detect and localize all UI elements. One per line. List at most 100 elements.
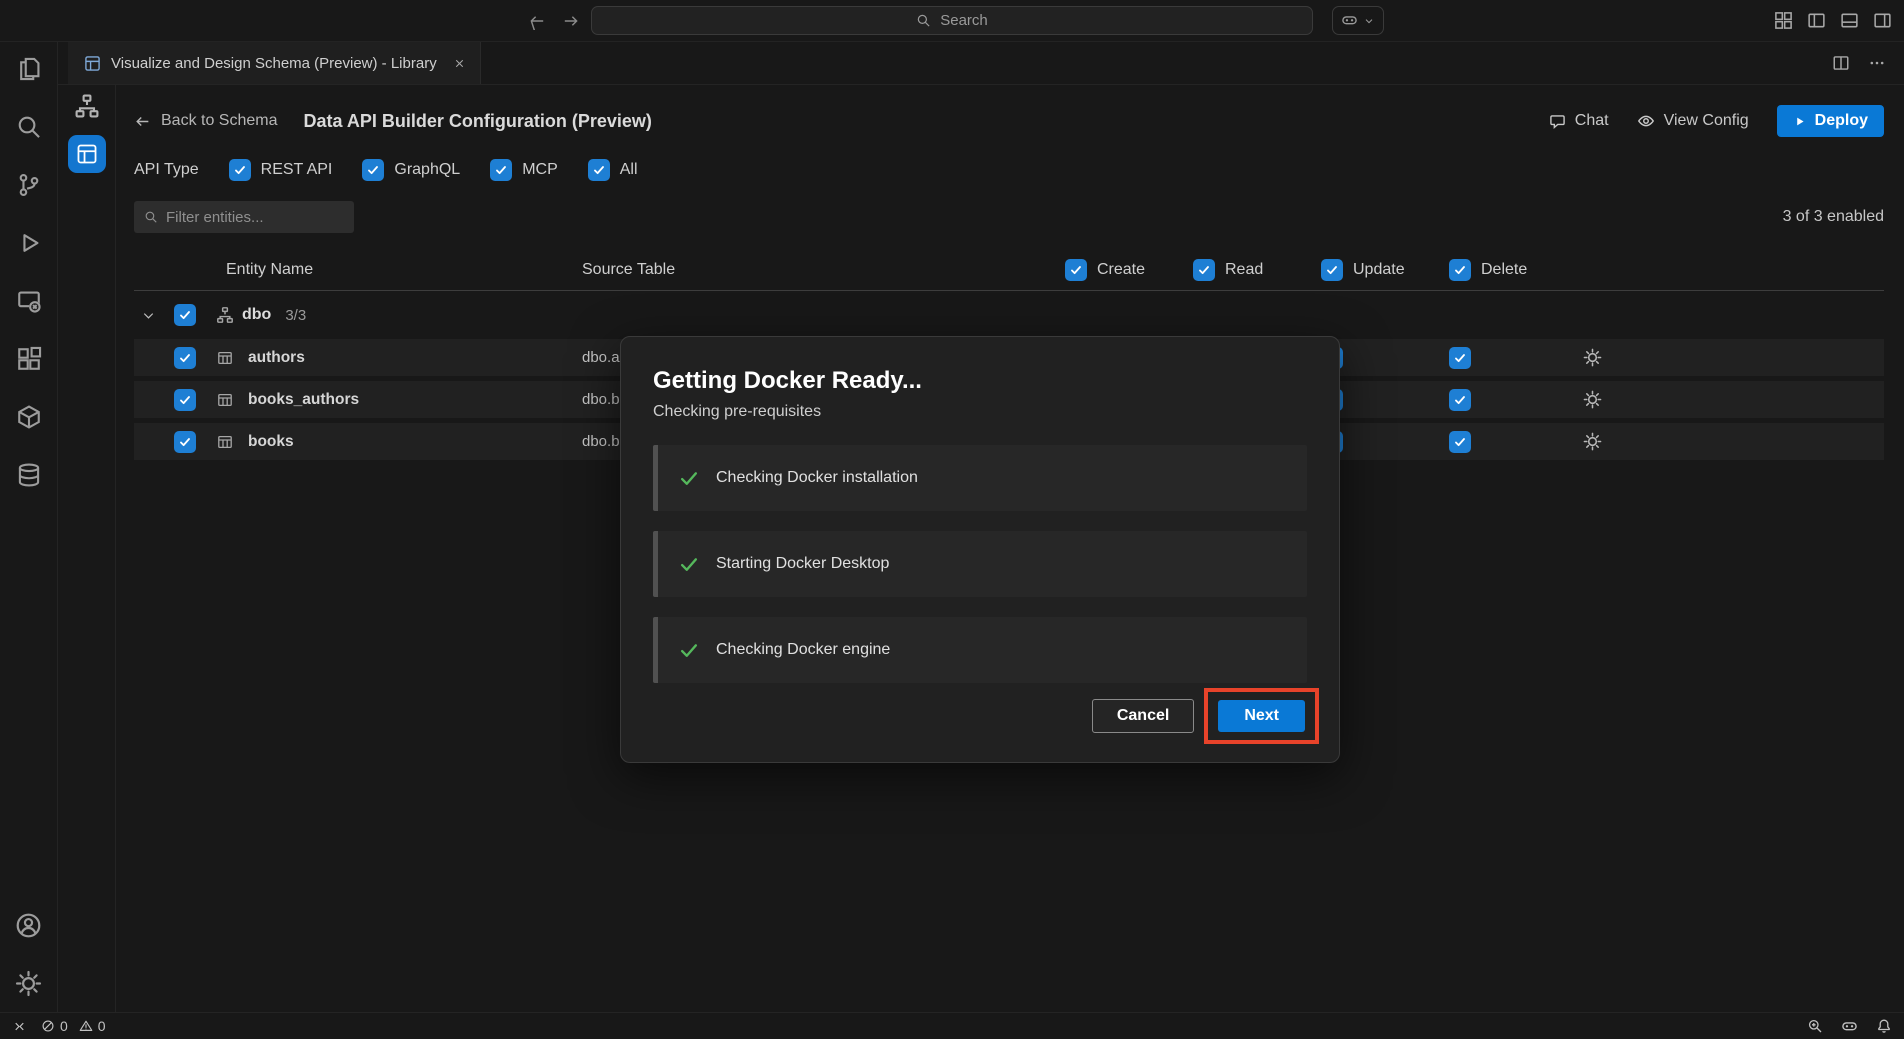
step-docker-desktop: Starting Docker Desktop bbox=[653, 531, 1307, 597]
column-delete: Delete bbox=[1449, 259, 1577, 281]
enabled-summary: 3 of 3 enabled bbox=[1783, 208, 1884, 226]
search-placeholder: Search bbox=[940, 12, 988, 29]
column-entity-name: Entity Name bbox=[208, 261, 582, 279]
source-control-icon[interactable] bbox=[14, 170, 44, 200]
warning-count: 0 bbox=[98, 1018, 106, 1034]
notifications-bell-icon[interactable] bbox=[1876, 1018, 1892, 1034]
dab-config-icon-active[interactable] bbox=[68, 135, 106, 173]
entity-settings-gear-icon[interactable] bbox=[1577, 348, 1637, 367]
run-debug-icon[interactable] bbox=[14, 228, 44, 258]
cancel-button[interactable]: Cancel bbox=[1092, 699, 1194, 733]
settings-gear-icon[interactable] bbox=[14, 968, 44, 998]
search-activity-icon[interactable] bbox=[14, 112, 44, 142]
tab-label: Visualize and Design Schema (Preview) - … bbox=[111, 55, 437, 72]
api-option-graphql[interactable]: GraphQL bbox=[362, 159, 460, 181]
back-to-schema-link[interactable]: Back to Schema bbox=[134, 112, 278, 130]
tab-visualize-design-schema[interactable]: Visualize and Design Schema (Preview) - … bbox=[68, 42, 481, 84]
step-label: Checking Docker engine bbox=[716, 641, 890, 659]
annotation-highlight-box: Next bbox=[1204, 688, 1319, 744]
api-option-mcp[interactable]: MCP bbox=[490, 159, 558, 181]
toggle-panel-icon[interactable] bbox=[1840, 11, 1859, 30]
container-tools-icon[interactable] bbox=[14, 402, 44, 432]
layout-controls bbox=[1774, 11, 1892, 30]
vscode-window: Search bbox=[0, 0, 1904, 1039]
column-source-table: Source Table bbox=[582, 261, 1065, 279]
schema-visualizer-icon[interactable] bbox=[74, 93, 100, 119]
step-docker-engine: Checking Docker engine bbox=[653, 617, 1307, 683]
rest-api-checkbox[interactable] bbox=[229, 159, 251, 181]
group-name: dbo bbox=[242, 306, 271, 324]
graphql-checkbox[interactable] bbox=[362, 159, 384, 181]
chat-button[interactable]: Chat bbox=[1549, 112, 1609, 130]
extensions-icon[interactable] bbox=[14, 344, 44, 374]
step-docker-installation: Checking Docker installation bbox=[653, 445, 1307, 511]
mcp-checkbox[interactable] bbox=[490, 159, 512, 181]
create-all-checkbox[interactable] bbox=[1065, 259, 1087, 281]
entity-name: authors bbox=[242, 349, 582, 367]
close-tab-icon[interactable] bbox=[453, 57, 466, 70]
error-count: 0 bbox=[60, 1018, 68, 1034]
delete-all-checkbox[interactable] bbox=[1449, 259, 1471, 281]
update-all-checkbox[interactable] bbox=[1321, 259, 1343, 281]
accounts-icon[interactable] bbox=[14, 910, 44, 940]
read-all-checkbox[interactable] bbox=[1193, 259, 1215, 281]
group-checkbox[interactable] bbox=[174, 304, 196, 326]
remote-indicator[interactable] bbox=[12, 1019, 27, 1034]
delete-checkbox[interactable] bbox=[1449, 389, 1471, 411]
collapse-chevron-icon[interactable] bbox=[134, 308, 162, 323]
back-arrow-icon[interactable] bbox=[528, 12, 546, 30]
deploy-label: Deploy bbox=[1815, 112, 1868, 130]
filter-search-icon bbox=[144, 210, 158, 224]
copilot-status-icon[interactable] bbox=[1841, 1018, 1858, 1035]
copilot-menu-button[interactable] bbox=[1332, 6, 1384, 35]
all-label: All bbox=[620, 161, 638, 179]
chevron-down-icon bbox=[1363, 15, 1375, 27]
zoom-status-icon[interactable] bbox=[1807, 1018, 1823, 1034]
success-check-icon bbox=[678, 639, 700, 661]
entity-name: books bbox=[242, 433, 582, 451]
customize-layout-icon[interactable] bbox=[1774, 11, 1793, 30]
table-header: Entity Name Source Table Create Read bbox=[134, 249, 1884, 291]
database-icon[interactable] bbox=[14, 460, 44, 490]
row-checkbox[interactable] bbox=[174, 389, 196, 411]
filter-entities-input[interactable] bbox=[166, 209, 344, 226]
command-center-search[interactable]: Search bbox=[591, 6, 1313, 35]
tab-bar: Visualize and Design Schema (Preview) - … bbox=[58, 42, 1904, 85]
delete-checkbox[interactable] bbox=[1449, 347, 1471, 369]
view-config-label: View Config bbox=[1664, 112, 1749, 130]
title-bar: Search bbox=[0, 0, 1904, 42]
all-checkbox[interactable] bbox=[588, 159, 610, 181]
view-config-button[interactable]: View Config bbox=[1637, 112, 1749, 130]
problems-indicator[interactable]: 0 0 bbox=[41, 1018, 106, 1034]
table-icon bbox=[208, 434, 242, 450]
split-editor-icon[interactable] bbox=[1832, 54, 1850, 72]
forward-arrow-icon[interactable] bbox=[562, 12, 580, 30]
rest-api-label: REST API bbox=[261, 161, 333, 179]
entity-settings-gear-icon[interactable] bbox=[1577, 390, 1637, 409]
toggle-secondary-sidebar-icon[interactable] bbox=[1873, 11, 1892, 30]
more-actions-icon[interactable] bbox=[1868, 54, 1886, 72]
remote-explorer-icon[interactable] bbox=[14, 286, 44, 316]
explorer-icon[interactable] bbox=[14, 54, 44, 84]
api-option-rest[interactable]: REST API bbox=[229, 159, 333, 181]
row-checkbox[interactable] bbox=[174, 347, 196, 369]
row-checkbox[interactable] bbox=[174, 431, 196, 453]
schema-group-icon bbox=[208, 306, 242, 324]
entity-settings-gear-icon[interactable] bbox=[1577, 432, 1637, 451]
api-option-all[interactable]: All bbox=[588, 159, 638, 181]
copilot-icon bbox=[1341, 12, 1358, 29]
delete-checkbox[interactable] bbox=[1449, 431, 1471, 453]
toggle-sidebar-icon[interactable] bbox=[1807, 11, 1826, 30]
filter-entities-field[interactable] bbox=[134, 201, 354, 233]
schema-group-row: dbo 3/3 bbox=[134, 291, 1884, 339]
designer-icon-rail bbox=[58, 85, 116, 1012]
history-nav bbox=[528, 12, 580, 30]
back-to-schema-label: Back to Schema bbox=[161, 112, 278, 130]
chat-label: Chat bbox=[1575, 112, 1609, 130]
search-icon bbox=[916, 13, 931, 28]
next-button[interactable]: Next bbox=[1218, 700, 1305, 732]
step-label: Checking Docker installation bbox=[716, 469, 918, 487]
dialog-title: Getting Docker Ready... bbox=[653, 367, 1307, 395]
deploy-button[interactable]: Deploy bbox=[1777, 105, 1884, 137]
page-title: Data API Builder Configuration (Preview) bbox=[304, 111, 652, 132]
